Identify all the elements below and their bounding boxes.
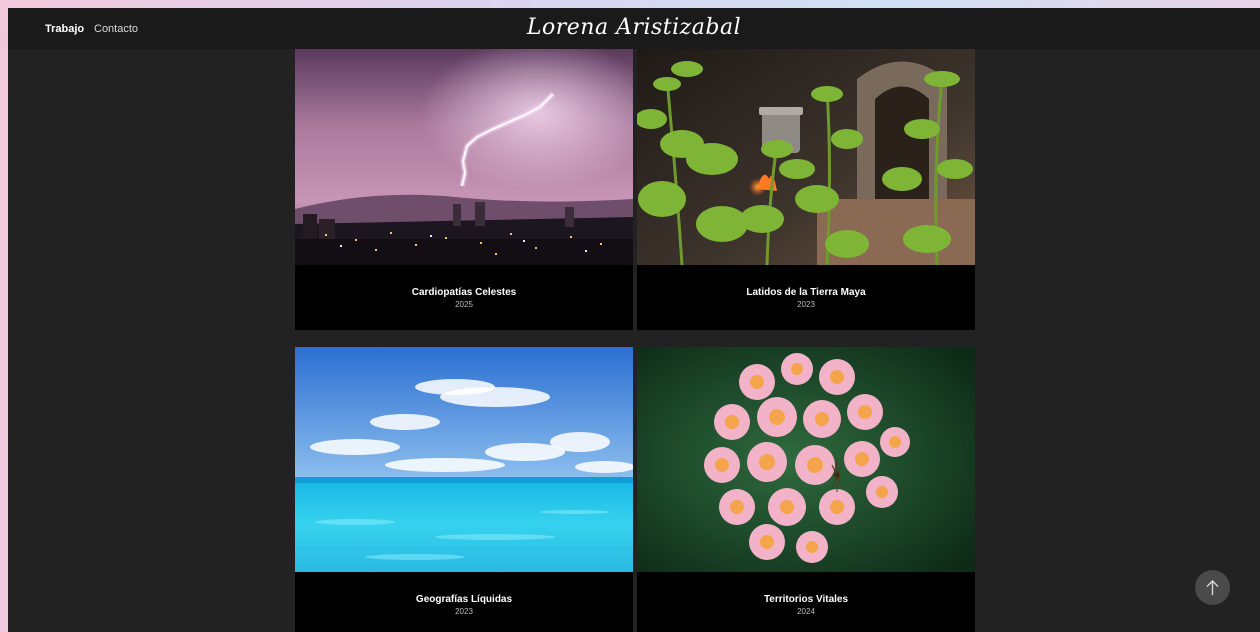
flower-cluster-photo: [637, 347, 975, 572]
card-caption: Territorios Vitales 2024: [637, 593, 975, 618]
card-title: Latidos de la Tierra Maya: [746, 287, 866, 298]
card-year: 2023: [797, 300, 815, 309]
scroll-to-top-button[interactable]: [1195, 570, 1230, 605]
card-year: 2023: [455, 607, 473, 616]
project-card-geografias[interactable]: Geografías Líquidas 2023: [295, 347, 633, 632]
page-frame: Trabajo Contacto Lorena Aristizabal Card…: [8, 8, 1260, 632]
card-title: Geografías Líquidas: [415, 594, 513, 605]
card-year: 2025: [455, 300, 473, 309]
plant-kitchen-photo: [637, 49, 975, 265]
ocean-sky-photo: [295, 347, 633, 572]
arrow-up-icon: [1206, 580, 1219, 595]
card-caption: Cardiopatías Celestes 2025: [295, 286, 633, 311]
card-year: 2024: [797, 607, 815, 616]
project-card-cardiopatias[interactable]: Cardiopatías Celestes 2025: [295, 49, 633, 330]
top-bar: Trabajo Contacto Lorena Aristizabal: [8, 8, 1260, 49]
card-title: Territorios Vitales: [763, 594, 849, 605]
project-card-latidos[interactable]: Latidos de la Tierra Maya 2023: [637, 49, 975, 330]
card-title: Cardiopatías Celestes: [411, 287, 517, 298]
site-logo[interactable]: Lorena Aristizabal: [8, 14, 1260, 42]
lightning-city-photo: [295, 49, 633, 265]
card-caption: Geografías Líquidas 2023: [295, 593, 633, 618]
project-card-territorios[interactable]: Territorios Vitales 2024: [637, 347, 975, 632]
card-caption: Latidos de la Tierra Maya 2023: [637, 286, 975, 311]
